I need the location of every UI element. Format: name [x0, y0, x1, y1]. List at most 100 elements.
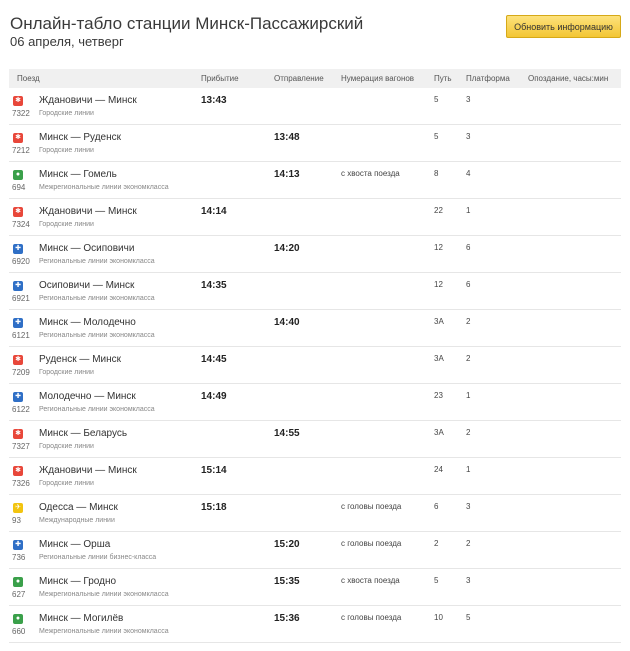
train-number: 7324	[12, 220, 30, 229]
track-number: 3А	[434, 317, 444, 326]
train-route[interactable]: Минск — Молодечно	[39, 317, 136, 328]
track-number: 8	[434, 169, 439, 178]
city-lines-icon: ✱	[13, 466, 23, 476]
train-number: 7322	[12, 109, 30, 118]
train-number: 7212	[12, 146, 30, 155]
schedule-table: Поезд Прибытие Отправление Нумерация ваг…	[9, 69, 621, 643]
platform-number: 3	[466, 95, 471, 104]
train-route[interactable]: Руденск — Минск	[39, 354, 121, 365]
table-row[interactable]: ✱ 7212 Минск — Руденск Городские линии 13:48…	[9, 125, 621, 162]
train-route[interactable]: Молодечно — Минск	[39, 391, 136, 402]
arrival-time: 15:18	[201, 502, 227, 513]
table-row[interactable]: ✱ 7326 Ждановичи — Минск Городские линии 15:…	[9, 458, 621, 495]
train-route[interactable]: Минск — Осиповичи	[39, 243, 134, 254]
platform-number: 1	[466, 465, 471, 474]
train-number: 736	[12, 553, 26, 562]
table-row[interactable]: ✚ 6921 Осиповичи — Минск Региональные линии…	[9, 273, 621, 310]
city-lines-icon: ✱	[13, 355, 23, 365]
track-number: 23	[434, 391, 443, 400]
train-route[interactable]: Минск — Гродно	[39, 576, 116, 587]
departure-time: 14:55	[274, 428, 300, 439]
table-row[interactable]: ✱ 7322 Ждановичи — Минск Городские линии 13:…	[9, 88, 621, 125]
train-category: Региональные линии экономкласса	[39, 295, 155, 302]
arrival-time: 15:14	[201, 465, 227, 476]
train-number: 7327	[12, 442, 30, 451]
arrival-time: 13:43	[201, 95, 227, 106]
train-route[interactable]: Ждановичи — Минск	[39, 206, 137, 217]
track-number: 5	[434, 576, 439, 585]
train-number: 93	[12, 516, 21, 525]
regional-business-icon: ✚	[13, 540, 23, 550]
train-route[interactable]: Минск — Могилёв	[39, 613, 123, 624]
table-row[interactable]: ✱ 7209 Руденск — Минск Городские линии 14:45…	[9, 347, 621, 384]
interregional-economy-icon: ●	[13, 170, 23, 180]
international-lines-icon: ✈	[13, 503, 23, 513]
train-route[interactable]: Минск — Гомель	[39, 169, 117, 180]
departure-time: 15:20	[274, 539, 300, 550]
table-body: ✱ 7322 Ждановичи — Минск Городские линии 13:…	[9, 88, 621, 643]
train-number: 6921	[12, 294, 30, 303]
car-numbering: с головы поезда	[341, 502, 402, 511]
track-number: 24	[434, 465, 443, 474]
platform-number: 4	[466, 169, 471, 178]
platform-number: 6	[466, 280, 471, 289]
table-row[interactable]: ✚ 6121 Минск — Молодечно Региональные линии…	[9, 310, 621, 347]
platform-number: 1	[466, 206, 471, 215]
train-number: 6121	[12, 331, 30, 340]
train-route[interactable]: Ждановичи — Минск	[39, 465, 137, 476]
track-number: 10	[434, 613, 443, 622]
train-route[interactable]: Ждановичи — Минск	[39, 95, 137, 106]
departure-time: 13:48	[274, 132, 300, 143]
train-category: Межрегиональные линии экономкласса	[39, 184, 169, 191]
platform-number: 5	[466, 613, 471, 622]
city-lines-icon: ✱	[13, 133, 23, 143]
arrival-time: 14:45	[201, 354, 227, 365]
train-category: Региональные линии экономкласса	[39, 332, 155, 339]
city-lines-icon: ✱	[13, 207, 23, 217]
train-category: Региональные линии экономкласса	[39, 258, 155, 265]
train-category: Межрегиональные линии экономкласса	[39, 591, 169, 598]
regional-economy-icon: ✚	[13, 392, 23, 402]
column-track: Путь	[434, 74, 452, 83]
track-number: 12	[434, 280, 443, 289]
departure-time: 15:35	[274, 576, 300, 587]
table-row[interactable]: ● 660 Минск — Могилёв Межрегиональные линии…	[9, 606, 621, 643]
table-row[interactable]: ✱ 7327 Минск — Беларусь Городские линии 14:5…	[9, 421, 621, 458]
table-row[interactable]: ● 627 Минск — Гродно Межрегиональные линии …	[9, 569, 621, 606]
train-route[interactable]: Одесса — Минск	[39, 502, 118, 513]
track-number: 22	[434, 206, 443, 215]
track-number: 3А	[434, 428, 444, 437]
train-number: 627	[12, 590, 26, 599]
train-route[interactable]: Осиповичи — Минск	[39, 280, 134, 291]
arrival-time: 14:49	[201, 391, 227, 402]
column-departure: Отправление	[274, 74, 324, 83]
train-category: Межрегиональные линии экономкласса	[39, 628, 169, 635]
platform-number: 2	[466, 317, 471, 326]
table-row[interactable]: ✚ 6920 Минск — Осиповичи Региональные линии…	[9, 236, 621, 273]
car-numbering: с хвоста поезда	[341, 576, 400, 585]
table-row[interactable]: ✈ 93 Одесса — Минск Международные линии 15:1…	[9, 495, 621, 532]
platform-number: 2	[466, 539, 471, 548]
refresh-button[interactable]: Обновить информацию	[506, 15, 621, 38]
column-platform: Платформа	[466, 74, 510, 83]
train-route[interactable]: Минск — Руденск	[39, 132, 121, 143]
train-number: 7209	[12, 368, 30, 377]
train-route[interactable]: Минск — Беларусь	[39, 428, 127, 439]
table-row[interactable]: ● 694 Минск — Гомель Межрегиональные линии …	[9, 162, 621, 199]
table-row[interactable]: ✚ 6122 Молодечно — Минск Региональные линии…	[9, 384, 621, 421]
track-number: 5	[434, 132, 439, 141]
train-number: 7326	[12, 479, 30, 488]
track-number: 6	[434, 502, 439, 511]
train-category: Региональные линии бизнес-класса	[39, 554, 157, 561]
train-category: Городские линии	[39, 147, 94, 154]
train-route[interactable]: Минск — Орша	[39, 539, 110, 550]
interregional-economy-icon: ●	[13, 614, 23, 624]
train-category: Городские линии	[39, 443, 94, 450]
table-row[interactable]: ✚ 736 Минск — Орша Региональные линии бизне…	[9, 532, 621, 569]
train-number: 6122	[12, 405, 30, 414]
train-number: 694	[12, 183, 26, 192]
column-train: Поезд	[17, 74, 40, 83]
track-number: 5	[434, 95, 439, 104]
car-numbering: с головы поезда	[341, 613, 402, 622]
table-row[interactable]: ✱ 7324 Ждановичи — Минск Городские линии 14:…	[9, 199, 621, 236]
